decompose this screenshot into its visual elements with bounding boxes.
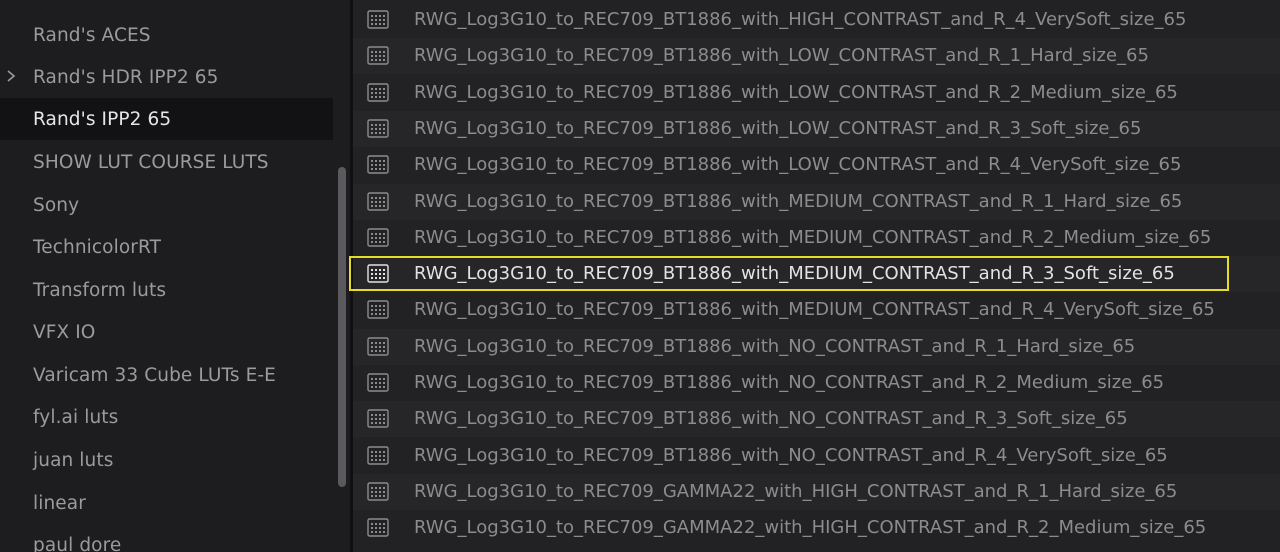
lut-item-label: RWG_Log3G10_to_REC709_BT1886_with_NO_CON…	[414, 444, 1168, 466]
folder-item-rands-ipp2-65[interactable]: Rand's IPP2 65	[0, 98, 333, 140]
lut-item-label: RWG_Log3G10_to_REC709_BT1886_with_MEDIUM…	[414, 190, 1183, 212]
lut-grid-icon	[367, 373, 389, 392]
lut-item-label: RWG_Log3G10_to_REC709_BT1886_with_HIGH_C…	[414, 9, 1187, 30]
folder-label: fyl.ai luts	[33, 406, 119, 428]
lut-list-item[interactable]: RWG_Log3G10_to_REC709_BT1886_with_HIGH_C…	[353, 2, 1280, 38]
chevron-right-icon[interactable]	[6, 69, 16, 83]
lut-list-item[interactable]: RWG_Log3G10_to_REC709_BT1886_with_LOW_CO…	[353, 38, 1280, 75]
lut-list-item[interactable]: RWG_Log3G10_to_REC709_BT1886_with_MEDIUM…	[353, 183, 1280, 220]
folder-label: Sony	[33, 194, 80, 216]
folder-label: Rand's ACES	[33, 24, 151, 46]
lut-grid-icon	[367, 10, 389, 29]
folder-label: Transform luts	[33, 279, 167, 301]
folder-label: TechnicolorRT	[33, 236, 161, 258]
lut-list-item[interactable]: RWG_Log3G10_to_REC709_BT1886_with_NO_CON…	[353, 438, 1280, 474]
folder-label: juan luts	[33, 449, 114, 471]
lut-list-item[interactable]: RWG_Log3G10_to_REC709_BT1886_with_NO_CON…	[353, 401, 1280, 438]
lut-list: RWG_Log3G10_to_REC709_BT1886_with_HIGH_C…	[353, 0, 1280, 552]
folder-item-show-lut-course-luts[interactable]: SHOW LUT COURSE LUTS	[0, 141, 333, 183]
lut-folder-sidebar: Rand's ACES Rand's HDR IPP2 65 Rand's IP…	[0, 0, 333, 552]
lut-grid-icon	[367, 119, 389, 138]
folder-label: VFX IO	[33, 321, 96, 343]
lut-list-item[interactable]: RWG_Log3G10_to_REC709_BT1886_with_LOW_CO…	[353, 110, 1280, 147]
sidebar-scrollbar-thumb[interactable]	[338, 167, 346, 487]
lut-item-label: RWG_Log3G10_to_REC709_BT1886_with_LOW_CO…	[414, 81, 1178, 103]
lut-grid-icon	[367, 191, 389, 211]
lut-list-item[interactable]: RWG_Log3G10_to_REC709_GAMMA22_with_HIGH_…	[353, 510, 1280, 546]
lut-grid-icon	[367, 228, 389, 247]
folder-item-vfx-io[interactable]: VFX IO	[0, 311, 333, 353]
lut-item-label: RWG_Log3G10_to_REC709_BT1886_with_MEDIUM…	[414, 299, 1215, 321]
lut-grid-icon	[367, 155, 389, 174]
folder-item-transform-luts[interactable]: Transform luts	[0, 269, 333, 311]
lut-list-item[interactable]: RWG_Log3G10_to_REC709_BT1886_with_LOW_CO…	[353, 147, 1280, 183]
lut-grid-icon	[367, 46, 389, 65]
lut-list-item[interactable]: RWG_Log3G10_to_REC709_BT1886_with_MEDIUM…	[353, 256, 1280, 293]
lut-item-label: RWG_Log3G10_to_REC709_BT1886_with_LOW_CO…	[414, 45, 1149, 67]
folder-item-linear[interactable]: linear	[0, 482, 333, 524]
lut-list-item[interactable]: RWG_Log3G10_to_REC709_GAMMA22_with_HIGH_…	[353, 473, 1280, 510]
lut-list-item[interactable]: RWG_Log3G10_to_REC709_BT1886_with_MEDIUM…	[353, 220, 1280, 256]
lut-item-label: RWG_Log3G10_to_REC709_GAMMA22_with_HIGH_…	[414, 517, 1207, 539]
folder-item-technicolorrt[interactable]: TechnicolorRT	[0, 226, 333, 268]
lut-item-label: RWG_Log3G10_to_REC709_GAMMA22_with_HIGH_…	[414, 480, 1178, 502]
lut-grid-icon	[367, 336, 389, 356]
lut-grid-icon	[367, 300, 389, 320]
folder-item-varicam-33-cube-luts[interactable]: Varicam 33 Cube LUTs E-E	[0, 354, 333, 396]
lut-grid-icon	[367, 445, 389, 465]
lut-item-label: RWG_Log3G10_to_REC709_BT1886_with_NO_CON…	[414, 408, 1128, 430]
folder-label: SHOW LUT COURSE LUTS	[33, 151, 269, 173]
lut-grid-icon	[367, 409, 389, 428]
lut-grid-icon	[367, 264, 389, 283]
folder-label: Rand's HDR IPP2 65	[33, 66, 219, 88]
folder-item-paul-dore[interactable]: paul dore	[0, 524, 333, 552]
lut-grid-icon	[367, 82, 389, 102]
lut-list-item[interactable]: RWG_Log3G10_to_REC709_BT1886_with_NO_CON…	[353, 365, 1280, 401]
lut-item-label: RWG_Log3G10_to_REC709_BT1886_with_NO_CON…	[414, 372, 1165, 393]
lut-item-label: RWG_Log3G10_to_REC709_BT1886_with_LOW_CO…	[414, 117, 1142, 139]
lut-grid-icon	[367, 482, 389, 501]
folder-label: linear	[33, 492, 86, 514]
lut-item-label: RWG_Log3G10_to_REC709_BT1886_with_LOW_CO…	[414, 154, 1182, 176]
lut-browser: Rand's ACES Rand's HDR IPP2 65 Rand's IP…	[0, 0, 1280, 552]
lut-list-item[interactable]: RWG_Log3G10_to_REC709_BT1886_with_LOW_CO…	[353, 75, 1280, 111]
lut-list-item[interactable]: RWG_Log3G10_to_REC709_BT1886_with_MEDIUM…	[353, 292, 1280, 328]
lut-item-label: RWG_Log3G10_to_REC709_BT1886_with_NO_CON…	[414, 335, 1136, 357]
folder-label: Varicam 33 Cube LUTs E-E	[33, 364, 276, 386]
lut-list-item[interactable]: RWG_Log3G10_to_REC709_BT1886_with_NO_CON…	[353, 328, 1280, 365]
folder-item-sony[interactable]: Sony	[0, 184, 333, 226]
lut-item-label: RWG_Log3G10_to_REC709_BT1886_with_MEDIUM…	[414, 263, 1175, 285]
folder-item-rands-hdr-ipp2-65[interactable]: Rand's HDR IPP2 65	[0, 56, 333, 98]
folder-item-rands-aces[interactable]: Rand's ACES	[0, 14, 333, 56]
lut-grid-icon	[367, 518, 389, 537]
folder-item-fyl-ai-luts[interactable]: fyl.ai luts	[0, 396, 333, 438]
folder-item-juan-luts[interactable]: juan luts	[0, 439, 333, 481]
lut-item-label: RWG_Log3G10_to_REC709_BT1886_with_MEDIUM…	[414, 226, 1212, 248]
folder-label: Rand's IPP2 65	[33, 108, 172, 130]
folder-label: paul dore	[33, 534, 122, 552]
